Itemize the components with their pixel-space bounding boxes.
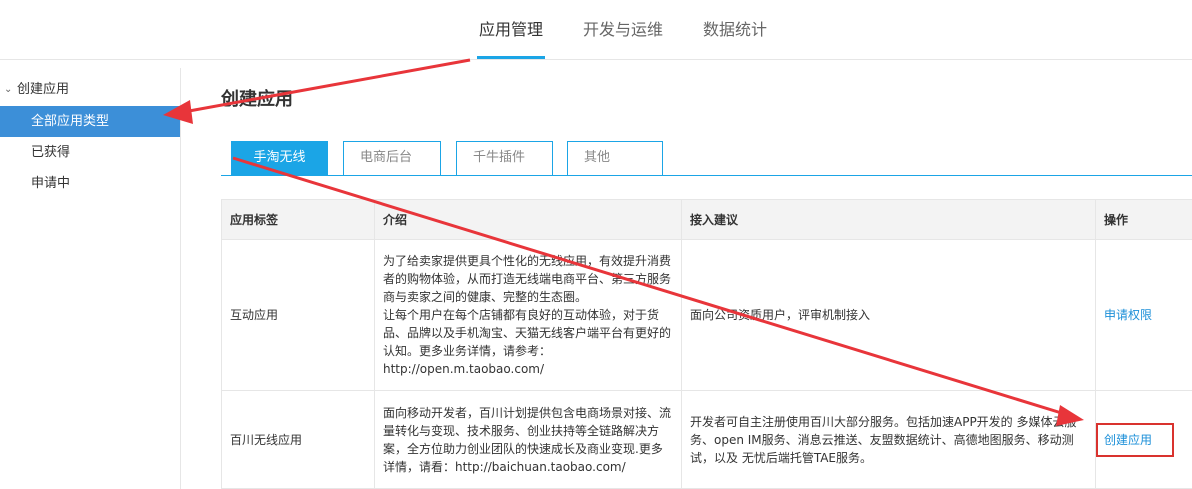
cell-app-tag: 百川无线应用: [221, 390, 375, 489]
cell-intro: 为了给卖家提供更具个性化的无线应用，有效提升消费者的购物体验，从而打造无线端电商…: [374, 239, 682, 391]
apply-permission-link[interactable]: 申请权限: [1104, 308, 1152, 322]
highlight-box: 创建应用: [1096, 422, 1175, 457]
tab-dev-ops[interactable]: 开发与运维: [583, 18, 663, 42]
intro-paragraph: 让每个用户在每个店铺都有良好的互动体验，对于货品、品牌以及手机淘宝、天猫无线客户…: [383, 308, 672, 358]
intro-link-text: http://open.m.taobao.com/: [383, 362, 545, 376]
sidebar: ⌄ 创建应用 全部应用类型 已获得 申请中: [0, 68, 181, 489]
table-row: 互动应用 为了给卖家提供更具个性化的无线应用，有效提升消费者的购物体验，从而打造…: [221, 239, 1192, 391]
tab-other[interactable]: 其他: [567, 141, 663, 175]
header-advice: 接入建议: [681, 199, 1096, 240]
cell-advice: 开发者可自主注册使用百川大部分服务。包括加速APP开发的 多媒体云服务、open…: [681, 390, 1096, 489]
tab-ecommerce-backend[interactable]: 电商后台: [343, 141, 441, 175]
tab-mobile-taobao[interactable]: 手淘无线: [231, 141, 328, 175]
cell-action: 创建应用: [1095, 390, 1192, 489]
header-app-tag: 应用标签: [221, 199, 375, 240]
cell-app-tag: 互动应用: [221, 239, 375, 391]
sidebar-item-obtained[interactable]: 已获得: [0, 137, 180, 168]
tab-qianniu-plugin[interactable]: 千牛插件: [456, 141, 553, 175]
table-row: 百川无线应用 面向移动开发者，百川计划提供包含电商场景对接、流量转化与变现、技术…: [221, 390, 1192, 489]
sidebar-item-all-app-types[interactable]: 全部应用类型: [0, 106, 180, 137]
app-types-table: 应用标签 介绍 接入建议 操作 互动应用 为了给卖家提供更具个性化的无线应用，有…: [221, 199, 1192, 489]
header-action: 操作: [1095, 199, 1192, 240]
active-tab-indicator: [477, 56, 545, 59]
tab-app-management[interactable]: 应用管理: [479, 18, 543, 42]
top-navigation: 应用管理 开发与运维 数据统计: [0, 0, 1192, 60]
header-intro: 介绍: [374, 199, 682, 240]
create-app-link[interactable]: 创建应用: [1104, 433, 1152, 447]
tab-data-stats[interactable]: 数据统计: [703, 18, 767, 42]
cell-action: 申请权限: [1095, 239, 1192, 391]
page-title: 创建应用: [221, 89, 293, 110]
chevron-down-icon: ⌄: [4, 84, 13, 95]
cell-intro: 面向移动开发者，百川计划提供包含电商场景对接、流量转化与变现、技术服务、创业扶持…: [374, 390, 682, 489]
sidebar-group-label: 创建应用: [17, 82, 70, 97]
sidebar-item-applying[interactable]: 申请中: [0, 168, 180, 199]
intro-paragraph: 为了给卖家提供更具个性化的无线应用，有效提升消费者的购物体验，从而打造无线端电商…: [383, 254, 672, 304]
table-header-row: 应用标签 介绍 接入建议 操作: [221, 199, 1192, 240]
category-tabs: 手淘无线 电商后台 千牛插件 其他: [221, 141, 1192, 176]
cell-advice: 面向公司资质用户，评审机制接入: [681, 239, 1096, 391]
